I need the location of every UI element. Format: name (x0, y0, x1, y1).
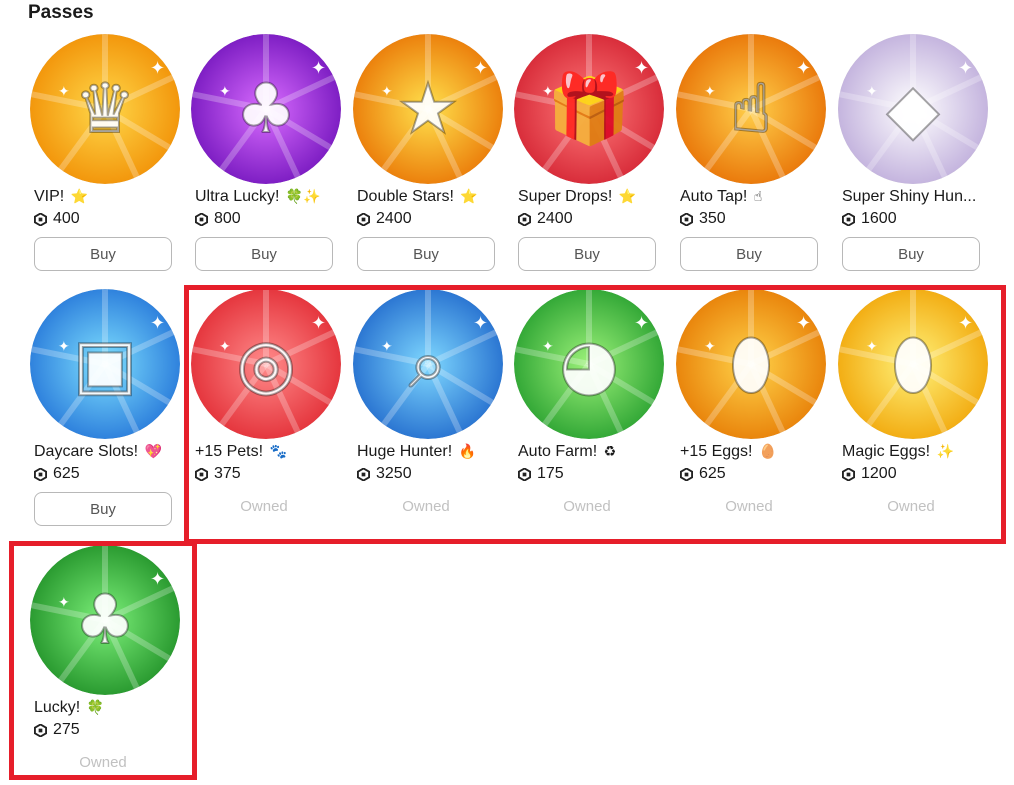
buy-button[interactable]: Buy (680, 237, 818, 271)
pass-name: Auto Tap! ☝ (680, 188, 826, 206)
highlight-box-lucky (9, 541, 197, 780)
svg-text:★: ★ (398, 70, 459, 149)
shiny-dice-icon[interactable]: ◆ ✦ ✦ (838, 34, 988, 184)
svg-text:✦: ✦ (958, 58, 973, 79)
pass-card[interactable]: ♛ ✦ ✦ VIP! ⭐ 400 Buy (30, 34, 180, 274)
pass-name-text: VIP! (34, 188, 65, 205)
robux-icon (680, 212, 693, 226)
pass-price: 2400 (518, 210, 573, 228)
buy-button[interactable]: Buy (34, 237, 172, 271)
svg-text:◆: ◆ (887, 70, 940, 149)
svg-text:✦: ✦ (796, 58, 811, 79)
svg-text:♛: ♛ (75, 70, 136, 149)
pass-name: Ultra Lucky! 🍀✨ (195, 188, 341, 206)
svg-text:✦: ✦ (58, 339, 70, 355)
pass-card[interactable]: ★ ✦ ✦ Double Stars! ⭐ 2400 Buy (353, 34, 503, 274)
pass-name-text: Double Stars! (357, 188, 454, 205)
pass-name: Double Stars! ⭐ (357, 188, 503, 206)
pass-card[interactable]: ▣ ✦ ✦ Daycare Slots! 💖 625 Buy (30, 289, 180, 529)
buy-button[interactable]: Buy (195, 237, 333, 271)
price-value: 800 (214, 210, 241, 227)
pass-card[interactable]: ♣ ✦ ✦ Ultra Lucky! 🍀✨ 800 Buy (191, 34, 341, 274)
robux-icon (34, 467, 47, 481)
svg-text:✦: ✦ (866, 84, 878, 100)
pass-name-text: Ultra Lucky! (195, 188, 280, 205)
pass-name-text: Super Shiny Hun... (842, 188, 977, 205)
svg-text:✦: ✦ (704, 84, 716, 100)
price-value: 350 (699, 210, 726, 227)
svg-text:✦: ✦ (150, 313, 165, 334)
svg-text:✦: ✦ (634, 58, 649, 79)
pass-name-text: Daycare Slots! (34, 443, 139, 460)
pass-emoji-icon: 🍀✨ (281, 189, 321, 205)
pass-price: 400 (34, 210, 80, 228)
gift-icon[interactable]: 🎁 ✦ ✦ (514, 34, 664, 184)
tap-hand-icon[interactable]: ☝ ✦ ✦ (676, 34, 826, 184)
pass-price: 1600 (842, 210, 897, 228)
svg-text:✦: ✦ (219, 84, 231, 100)
svg-text:✦: ✦ (58, 84, 70, 100)
pass-emoji-icon: ☝ (749, 189, 763, 205)
pass-price: 800 (195, 210, 241, 228)
svg-text:✦: ✦ (150, 58, 165, 79)
svg-text:♣: ♣ (236, 70, 297, 149)
pass-price: 625 (34, 465, 80, 483)
price-value: 1600 (861, 210, 897, 227)
pass-card[interactable]: ◆ ✦ ✦ Super Shiny Hun... 1600 Buy (838, 34, 988, 274)
buy-button[interactable]: Buy (518, 237, 656, 271)
pass-emoji-icon: ⭐ (614, 189, 637, 205)
pass-emoji-icon: 💖 (140, 444, 162, 460)
stars-icon[interactable]: ★ ✦ ✦ (353, 34, 503, 184)
pass-name: Super Shiny Hun... (842, 188, 988, 206)
buy-button[interactable]: Buy (34, 492, 172, 526)
svg-text:☝: ☝ (730, 70, 771, 149)
robux-icon (357, 212, 370, 226)
price-value: 625 (53, 465, 80, 482)
pass-card[interactable]: ☝ ✦ ✦ Auto Tap! ☝ 350 Buy (676, 34, 826, 274)
section-title: Passes (28, 2, 94, 23)
price-value: 400 (53, 210, 80, 227)
svg-text:✦: ✦ (311, 58, 326, 79)
price-value: 2400 (537, 210, 573, 227)
daycare-blocks-icon[interactable]: ▣ ✦ ✦ (30, 289, 180, 439)
pass-card[interactable]: 🎁 ✦ ✦ Super Drops! ⭐ 2400 Buy (514, 34, 664, 274)
pass-name: Daycare Slots! 💖 (34, 443, 180, 461)
crown-icon[interactable]: ♛ ✦ ✦ (30, 34, 180, 184)
buy-button[interactable]: Buy (842, 237, 980, 271)
robux-icon (518, 212, 531, 226)
pass-name: Super Drops! ⭐ (518, 188, 664, 206)
pass-name-text: Auto Tap! (680, 188, 748, 205)
svg-text:✦: ✦ (542, 84, 554, 100)
svg-text:🎁: 🎁 (547, 70, 632, 149)
buy-button[interactable]: Buy (357, 237, 495, 271)
pass-emoji-icon: ⭐ (66, 189, 89, 205)
pass-name-text: Super Drops! (518, 188, 613, 205)
robux-icon (842, 212, 855, 226)
robux-icon (195, 212, 208, 226)
pass-price: 2400 (357, 210, 412, 228)
pass-name: VIP! ⭐ (34, 188, 180, 206)
price-value: 2400 (376, 210, 412, 227)
svg-text:✦: ✦ (381, 84, 393, 100)
svg-text:▣: ▣ (73, 325, 137, 404)
svg-text:✦: ✦ (473, 58, 488, 79)
robux-icon (34, 212, 47, 226)
highlight-box-owned-row (184, 285, 1006, 544)
purple-clover-icon[interactable]: ♣ ✦ ✦ (191, 34, 341, 184)
pass-emoji-icon: ⭐ (455, 189, 478, 205)
pass-price: 350 (680, 210, 726, 228)
